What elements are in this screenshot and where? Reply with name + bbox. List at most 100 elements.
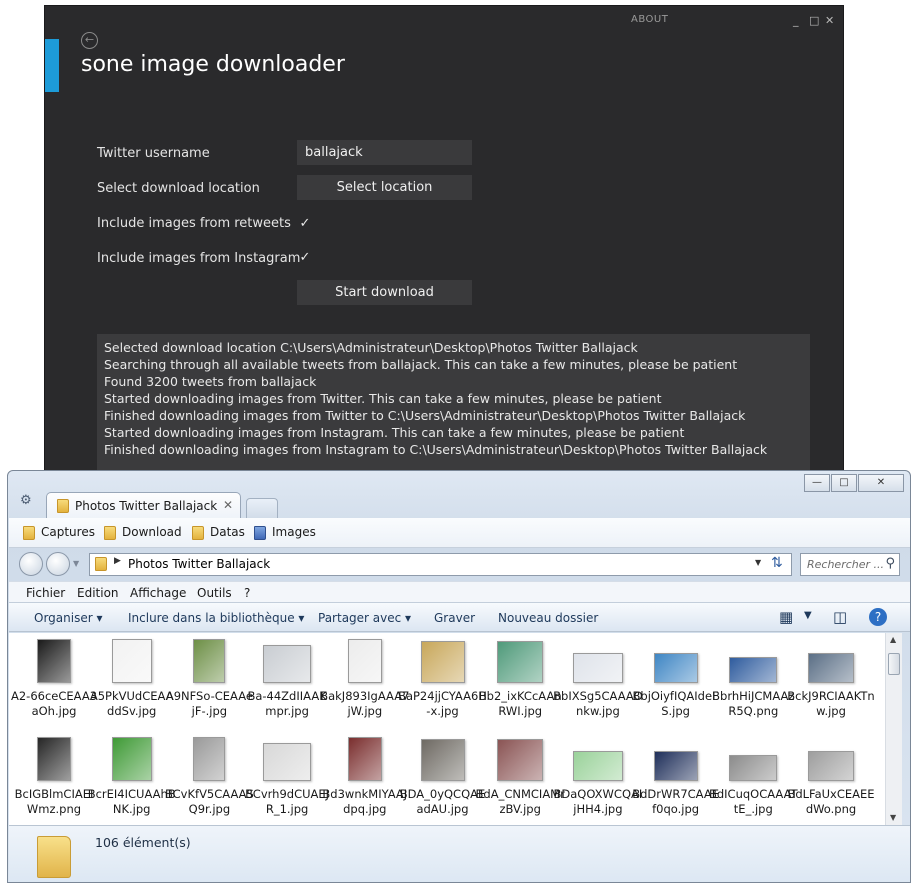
preview-pane-icon[interactable]: ◫ <box>833 608 847 626</box>
close-icon[interactable]: ✕ <box>825 15 834 26</box>
include-library-button[interactable]: Inclure dans la bibliothèque ▾ <box>128 611 304 625</box>
start-download-button[interactable]: Start download <box>297 280 472 305</box>
file-item[interactable]: BdDrWR7CAAEf0qo.jpg <box>631 737 721 817</box>
minimize-icon[interactable]: — <box>804 474 830 492</box>
file-thumbnail <box>729 657 778 683</box>
file-item[interactable]: BdICuqOCAAATtE_.jpg <box>708 737 798 817</box>
about-link[interactable]: ABOUT <box>631 14 668 25</box>
file-name: BDA_0yQCQAEadAU.jpg <box>399 787 486 816</box>
file-name: BbIXSg5CAAAOnkw.jpg <box>553 689 643 718</box>
tab-close-icon[interactable]: ✕ <box>223 498 233 512</box>
app-window: ABOUT _ □ ✕ ← sone image downloader Twit… <box>44 5 844 476</box>
search-icon[interactable]: ⚲ <box>885 556 895 571</box>
file-name: Bd3wnkMIYAAJdpq.jpg <box>322 787 408 816</box>
file-item[interactable]: BbrhHiJCMAAzR5Q.png <box>708 639 798 719</box>
file-item[interactable]: BDA_0yQCQAEadAU.jpg <box>398 737 488 817</box>
scrollbar-thumb[interactable] <box>888 653 900 675</box>
location-label: Select download location <box>97 181 260 196</box>
select-location-button[interactable]: Select location <box>297 175 472 200</box>
scroll-up-icon[interactable]: ▲ <box>890 635 896 644</box>
burn-button[interactable]: Graver <box>434 611 475 625</box>
file-item[interactable]: Bd3wnkMIYAAJdpq.jpg <box>320 737 410 817</box>
file-thumbnail <box>653 653 698 683</box>
file-item[interactable]: BCvrh9dCUAEJR_1.jpg <box>242 737 332 817</box>
username-input[interactable]: ballajack <box>297 140 472 165</box>
bookmark-images[interactable]: Images <box>254 525 316 540</box>
new-folder-button[interactable]: Nouveau dossier <box>498 611 598 625</box>
file-thumbnail <box>420 641 465 683</box>
file-thumbnail <box>420 739 465 781</box>
file-name: Bb2_ixKCcAAnRWI.jpg <box>478 689 562 718</box>
file-item[interactable]: BaP24jjCYAA6H-x.jpg <box>398 639 488 719</box>
menu-fichier[interactable]: Fichier <box>26 586 65 600</box>
menu-edition[interactable]: Edition <box>77 586 119 600</box>
file-item[interactable]: BCvKfV5CAAASQ9r.jpg <box>164 737 254 817</box>
tab-photos[interactable]: Photos Twitter Ballajack ✕ <box>46 492 241 519</box>
instagram-checkbox[interactable]: ✓ <box>297 250 313 266</box>
file-item[interactable]: A9NFSo-CEAAejF-.jpg <box>164 639 254 719</box>
log-line: Selected download location C:\Users\Admi… <box>104 340 638 355</box>
menu-outils[interactable]: Outils <box>197 586 232 600</box>
file-item[interactable]: BakJ893IgAAA7jW.jpg <box>320 639 410 719</box>
back-button[interactable] <box>19 552 43 576</box>
file-item[interactable]: BckJ9RCIAAKTnw.jpg <box>786 639 876 719</box>
file-item[interactable]: BbIXSg5CAAAOnkw.jpg <box>553 639 643 719</box>
file-name: A2-66ceCEAA3aOh.jpg <box>10 689 98 718</box>
breadcrumb[interactable]: Photos Twitter Ballajack <box>128 557 270 571</box>
file-name: BdDrWR7CAAEf0qo.jpg <box>632 787 719 816</box>
maximize-icon[interactable]: □ <box>831 474 857 492</box>
file-thumbnail <box>808 751 854 781</box>
file-name: A9NFSo-CEAAejF-.jpg <box>165 689 253 718</box>
history-dropdown-icon[interactable]: ▼ <box>73 559 79 568</box>
view-dropdown-icon[interactable]: ▼ <box>804 610 812 621</box>
maximize-icon[interactable]: □ <box>809 15 819 26</box>
file-name: BaP24jjCYAA6H-x.jpg <box>398 689 487 718</box>
folder-icon <box>23 525 35 540</box>
tab-menu-icon[interactable]: ⚙ <box>20 493 40 511</box>
forward-button[interactable] <box>46 552 70 576</box>
close-icon[interactable]: ✕ <box>858 474 904 492</box>
file-item[interactable]: BdA_CNMCIAMrzBV.jpg <box>475 737 565 817</box>
file-item[interactable]: BdLFaUxCEAEEdWo.png <box>786 737 876 817</box>
file-item[interactable]: BcrEI4ICUAAhBNK.jpg <box>87 737 177 817</box>
scroll-down-icon[interactable]: ▼ <box>890 813 896 822</box>
help-icon[interactable]: ? <box>869 608 887 626</box>
menu-affichage[interactable]: Affichage <box>130 586 186 600</box>
file-name: BdA_CNMCIAMrzBV.jpg <box>475 787 565 816</box>
vertical-scrollbar[interactable]: ▲ ▼ <box>885 633 902 825</box>
file-name: BCvrh9dCUAEJR_1.jpg <box>245 787 330 816</box>
bookmark-captures[interactable]: Captures <box>23 525 95 540</box>
address-dropdown-icon[interactable]: ▼ <box>755 558 761 567</box>
file-name: BakJ893IgAAA7jW.jpg <box>320 689 410 718</box>
navigation-bar: ▼ ▶ Photos Twitter Ballajack ▼ ⇅ Recherc… <box>9 548 910 578</box>
menu-bar: Fichier Edition Affichage Outils ? <box>9 581 910 602</box>
bookmark-download[interactable]: Download <box>104 525 182 540</box>
file-item[interactable]: Bb2_ixKCcAAnRWI.jpg <box>475 639 565 719</box>
search-input[interactable]: Rechercher ... ⚲ <box>800 553 900 576</box>
address-bar[interactable]: ▶ Photos Twitter Ballajack ▼ ⇅ <box>89 553 792 576</box>
view-icon[interactable]: ▦ <box>779 608 793 626</box>
log-line: Found 3200 tweets from ballajack <box>104 374 317 389</box>
file-item[interactable]: BcIGBlmCIAEIWmz.png <box>9 737 99 817</box>
folder-icon <box>95 557 107 571</box>
file-item[interactable]: A5PkVUdCEAAddSv.jpg <box>87 639 177 719</box>
file-thumbnail <box>497 739 544 781</box>
retweets-checkbox[interactable]: ✓ <box>297 216 313 232</box>
file-item[interactable]: BbjOiyfIQAIdeFS.jpg <box>631 639 721 719</box>
file-name: BdLFaUxCEAEEdWo.png <box>787 787 875 816</box>
file-item[interactable]: A2-66ceCEAA3aOh.jpg <box>9 639 99 719</box>
back-arrow-icon[interactable]: ← <box>81 32 98 49</box>
new-tab-button[interactable] <box>246 498 278 518</box>
log-panel: Selected download location C:\Users\Admi… <box>97 334 810 476</box>
share-button[interactable]: Partager avec ▾ <box>318 611 411 625</box>
file-thumbnail <box>653 751 698 781</box>
breadcrumb-arrow-icon[interactable]: ▶ <box>114 556 121 566</box>
file-item[interactable]: Ba-44ZdIIAAKmpr.jpg <box>242 639 332 719</box>
bookmark-datas[interactable]: Datas <box>192 525 245 540</box>
file-thumbnail <box>729 755 778 781</box>
organize-button[interactable]: Organiser ▾ <box>34 611 103 625</box>
file-item[interactable]: BDaQOXWCQAIjHH4.jpg <box>553 737 643 817</box>
minimize-icon[interactable]: _ <box>793 15 799 26</box>
refresh-icon[interactable]: ⇅ <box>771 555 783 571</box>
menu-help[interactable]: ? <box>244 586 250 600</box>
